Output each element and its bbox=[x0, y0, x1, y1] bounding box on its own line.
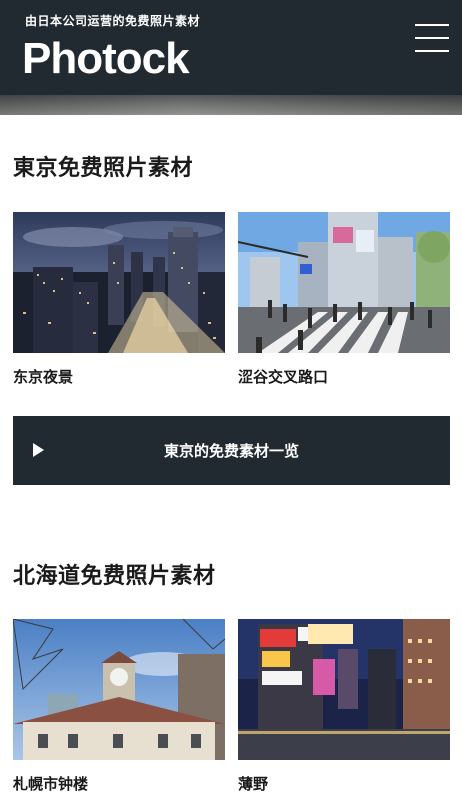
photo-susukino[interactable] bbox=[238, 619, 450, 760]
photo-sapporo-clock-tower[interactable] bbox=[13, 619, 225, 760]
hero-image-strip bbox=[0, 95, 462, 115]
tokyo-list-button[interactable]: 東京的免费素材一览 bbox=[13, 416, 450, 485]
tokyo-list-button-label: 東京的免费素材一览 bbox=[163, 442, 299, 460]
photo-card-tokyo-night[interactable]: 东京夜景 bbox=[13, 212, 225, 387]
section-title-tokyo: 東京免费照片素材 bbox=[13, 156, 194, 181]
site-tagline: 由日本公司运营的免费照片素材 bbox=[25, 14, 201, 28]
photo-tokyo-night[interactable] bbox=[13, 212, 225, 353]
site-header: 由日本公司运营的免费照片素材 Photock bbox=[0, 0, 462, 95]
photo-caption[interactable]: 札幌市钟楼 bbox=[13, 773, 225, 794]
photo-card-shibuya[interactable]: 涩谷交叉路口 bbox=[238, 212, 450, 387]
photo-shibuya-crossing[interactable] bbox=[238, 212, 450, 353]
photo-card-susukino[interactable]: 薄野 bbox=[238, 619, 450, 794]
photo-caption[interactable]: 涩谷交叉路口 bbox=[238, 366, 450, 387]
photo-card-sapporo-clock-tower[interactable]: 札幌市钟楼 bbox=[13, 619, 225, 794]
photo-caption[interactable]: 东京夜景 bbox=[13, 366, 225, 387]
hamburger-menu-icon[interactable] bbox=[415, 22, 449, 54]
photo-caption[interactable]: 薄野 bbox=[238, 773, 450, 794]
section-title-hokkaido: 北海道免费照片素材 bbox=[13, 564, 216, 589]
site-logo[interactable]: Photock bbox=[22, 33, 190, 85]
